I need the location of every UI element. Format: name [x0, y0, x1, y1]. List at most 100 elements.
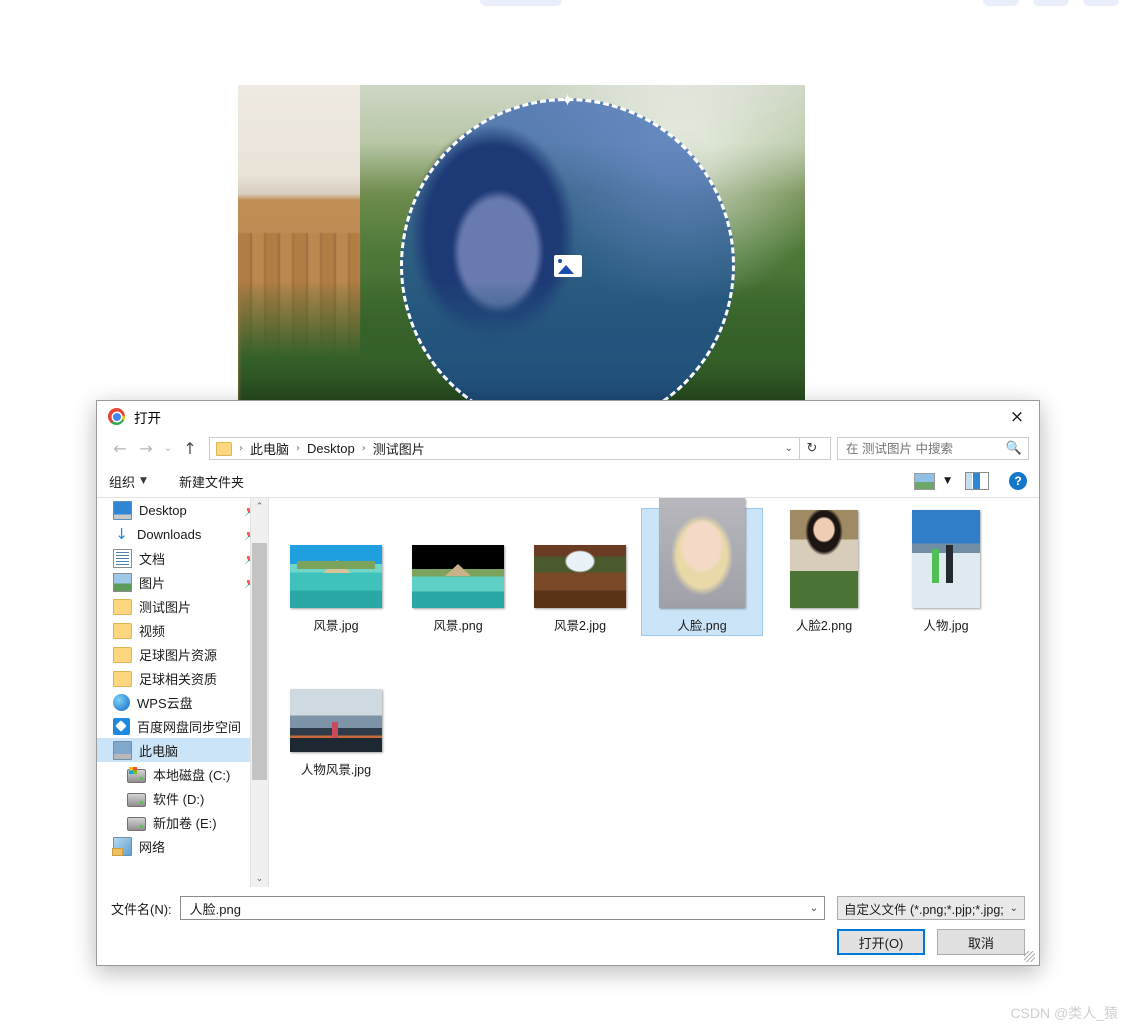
crop-handle-diamond-icon[interactable]: ✦ [559, 92, 576, 109]
file-thumbnail-wrap [912, 510, 980, 608]
sidebar-item-label: 软件 (D:) [153, 791, 205, 807]
chevron-down-icon[interactable]: ▼ [944, 476, 951, 486]
file-name-label: 风景.jpg [313, 619, 359, 633]
scroll-down-button[interactable]: ⌄ [251, 870, 268, 887]
watermark: CSDN @类人_猿 [1010, 1005, 1118, 1021]
drive-icon [127, 792, 146, 807]
sidebar-item-label: 百度网盘同步空间 [137, 719, 242, 735]
sidebar-item-8[interactable]: WPS云盘 [97, 690, 268, 714]
wps-cloud-icon [113, 693, 130, 711]
sidebar-scrollbar[interactable]: ⌃ ⌄ [250, 498, 268, 887]
close-button[interactable]: × [995, 402, 1039, 432]
sidebar-item-11[interactable]: 本地磁盘 (C:) [97, 762, 268, 786]
sidebar-item-label: 网络 [139, 839, 166, 855]
open-file-dialog: 打开 × ← → ⌄ ↑ › 此电脑 › Desktop › 测试图片 ⌄ ↻ … [96, 400, 1040, 966]
file-thumbnail [290, 689, 382, 752]
chevron-down-icon[interactable]: ⌄ [779, 443, 799, 454]
sidebar-item-14[interactable]: 网络 [97, 834, 268, 858]
new-folder-button[interactable]: 新建文件夹 [179, 472, 244, 491]
search-icon: 🔍 [1005, 441, 1022, 456]
file-item[interactable]: 风景.jpg [275, 508, 397, 636]
navigation-list: Desktop📌↓Downloads📌文档📌图片📌测试图片视频足球图片资源足球相… [97, 498, 268, 858]
photo-editor-canvas[interactable]: ✦ [238, 85, 805, 405]
file-thumbnail-wrap [290, 656, 382, 752]
filename-label: 文件名(N): [111, 901, 172, 917]
recent-locations-button[interactable]: ⌄ [159, 436, 177, 462]
forward-button[interactable]: → [133, 436, 159, 462]
file-item[interactable]: 人物风景.jpg [275, 652, 397, 780]
scrollbar-thumb[interactable] [252, 543, 267, 780]
sidebar-item-9[interactable]: 百度网盘同步空间 [97, 714, 268, 738]
sidebar-item-5[interactable]: 视频 [97, 618, 268, 642]
sidebar-item-label: WPS云盘 [137, 695, 193, 711]
dialog-body: Desktop📌↓Downloads📌文档📌图片📌测试图片视频足球图片资源足球相… [97, 498, 1039, 887]
folder-icon [216, 441, 232, 456]
open-button[interactable]: 打开(O) [837, 929, 925, 955]
system-drive-icon [127, 766, 146, 783]
file-type-filter-select[interactable]: 自定义文件 (*.png;*.pjp;*.jpg; ⌄ [837, 896, 1025, 920]
cancel-button[interactable]: 取消 [937, 929, 1025, 955]
file-type-filter-value: 自定义文件 (*.png;*.pjp;*.jpg; [844, 902, 1004, 917]
sidebar-item-4[interactable]: 测试图片 [97, 594, 268, 618]
filename-row: 文件名(N): ⌄ 自定义文件 (*.png;*.pjp;*.jpg; ⌄ [111, 895, 1025, 921]
file-item[interactable]: 风景.png [397, 508, 519, 636]
navigation-sidebar: Desktop📌↓Downloads📌文档📌图片📌测试图片视频足球图片资源足球相… [97, 498, 269, 887]
search-input[interactable] [844, 440, 1006, 457]
breadcrumb-separator: › [361, 443, 366, 454]
ghost-pill [1083, 0, 1119, 6]
sidebar-item-3[interactable]: 图片📌 [97, 570, 268, 594]
sidebar-item-1[interactable]: ↓Downloads📌 [97, 522, 268, 546]
file-item[interactable]: 人脸.png [641, 498, 763, 636]
sidebar-item-6[interactable]: 足球图片资源 [97, 642, 268, 666]
ghost-pill [983, 0, 1019, 6]
sidebar-item-0[interactable]: Desktop📌 [97, 498, 268, 522]
download-icon: ↓ [115, 524, 128, 543]
organize-button[interactable]: 组织 ▼ [109, 472, 147, 491]
file-item[interactable]: 人物.jpg [885, 508, 1007, 636]
resize-grip[interactable] [1024, 951, 1035, 962]
folder-icon [113, 671, 132, 687]
this-pc-icon [113, 740, 132, 760]
chrome-icon [108, 408, 125, 425]
preview-pane-icon[interactable] [965, 472, 989, 490]
view-layout-icon[interactable] [914, 472, 936, 490]
filename-combobox[interactable]: ⌄ [179, 896, 825, 920]
sidebar-item-label: Desktop [139, 502, 187, 518]
back-button[interactable]: ← [107, 436, 133, 462]
sidebar-item-7[interactable]: 足球相关资质 [97, 666, 268, 690]
file-thumbnail-wrap [290, 512, 382, 608]
sidebar-item-label: 图片 [139, 575, 166, 591]
sidebar-item-13[interactable]: 新加卷 (E:) [97, 810, 268, 834]
sidebar-item-10[interactable]: 此电脑 [97, 738, 268, 762]
help-icon[interactable]: ? [1009, 472, 1027, 490]
sidebar-item-2[interactable]: 文档📌 [97, 546, 268, 570]
file-item[interactable]: 人脸2.png [763, 508, 885, 636]
search-box[interactable]: 🔍 [837, 437, 1029, 460]
breadcrumb-item-desktop[interactable]: Desktop [307, 441, 355, 456]
folder-icon [113, 599, 132, 615]
file-thumbnail-wrap [790, 510, 858, 608]
ghost-pill [480, 0, 562, 6]
filename-input[interactable] [187, 899, 804, 917]
sidebar-item-label: 足球相关资质 [139, 671, 218, 687]
file-name-label: 人物风景.jpg [300, 763, 372, 777]
up-button[interactable]: ↑ [177, 436, 203, 462]
navigation-bar: ← → ⌄ ↑ › 此电脑 › Desktop › 测试图片 ⌄ ↻ 🔍 [97, 432, 1039, 465]
organize-label: 组织 [109, 474, 136, 490]
sidebar-item-label: 足球图片资源 [139, 647, 218, 663]
folder-icon [113, 623, 132, 639]
desktop-icon [113, 500, 132, 520]
top-ghost-strip [0, 0, 1132, 14]
sidebar-item-12[interactable]: 软件 (D:) [97, 786, 268, 810]
breadcrumb-item-current[interactable]: 测试图片 [373, 439, 425, 458]
scroll-up-button[interactable]: ⌃ [251, 498, 268, 515]
file-thumbnail [659, 498, 745, 608]
refresh-button[interactable]: ↻ [800, 437, 824, 460]
breadcrumb[interactable]: › 此电脑 › Desktop › 测试图片 ⌄ ↻ [209, 437, 831, 460]
file-item[interactable]: 风景2.jpg [519, 508, 641, 636]
chevron-down-icon[interactable]: ⌄ [804, 903, 824, 914]
file-list-area[interactable]: 风景.jpg 风景.png 风景2.jpg 人脸.png 人脸2.png 人物.jpg 人物… [269, 498, 1039, 887]
image-placeholder-icon [553, 254, 582, 277]
file-name-label: 人物.jpg [923, 619, 969, 633]
breadcrumb-item-this-pc[interactable]: 此电脑 [250, 439, 289, 458]
